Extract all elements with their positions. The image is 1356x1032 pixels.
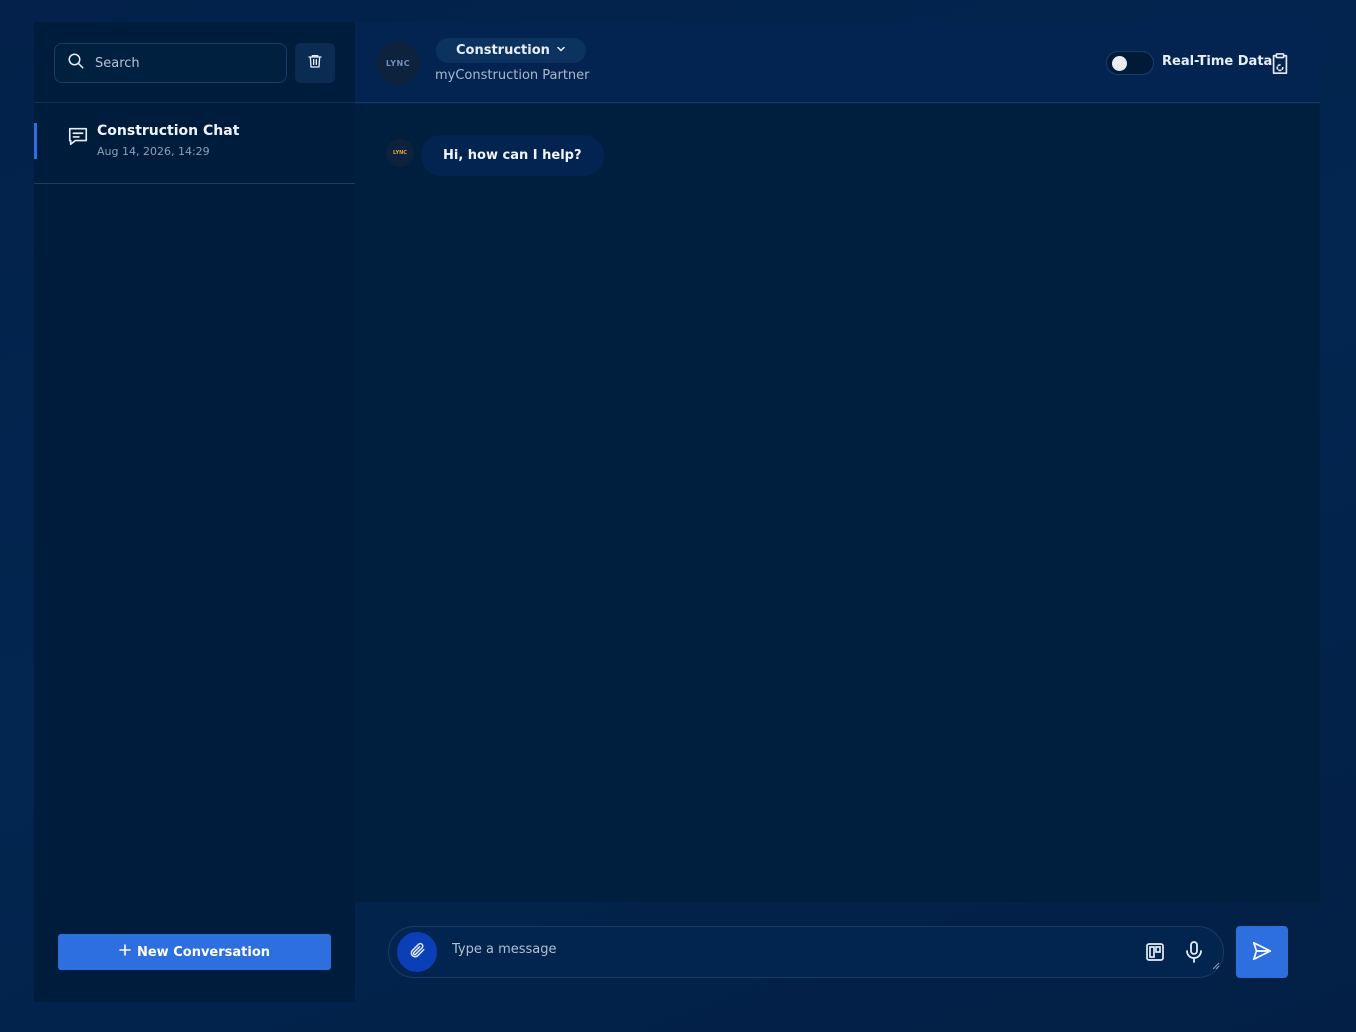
assistant-avatar: LYNC (386, 139, 414, 167)
brand-logo: LYNC (376, 41, 420, 85)
logo-text: LYNC (385, 58, 411, 68)
realtime-label: Real-Time Data (1162, 54, 1273, 69)
chat-panel: LYNC Construction myConstruction Partner… (355, 22, 1320, 902)
search-box[interactable] (54, 43, 287, 83)
conversation-date: Aug 14, 2026, 14:29 (97, 145, 210, 158)
trash-icon (307, 52, 323, 74)
sidebar: Construction Chat Aug 14, 2026, 14:29 Ne… (34, 22, 355, 1002)
templates-icon[interactable] (1145, 942, 1165, 966)
sidebar-divider (34, 102, 355, 103)
send-button[interactable] (1236, 926, 1288, 978)
chevron-down-icon (556, 43, 566, 58)
conversation-title: Construction Chat (97, 123, 240, 139)
search-input[interactable] (95, 55, 265, 71)
clipboard-icon[interactable] (1269, 52, 1291, 80)
message-list: LYNC Hi, how can I help? (355, 104, 1320, 902)
new-conversation-label: New Conversation (136, 944, 271, 960)
industry-selector[interactable]: Construction (436, 38, 586, 63)
message-input[interactable] (452, 942, 1132, 964)
send-icon (1251, 940, 1273, 965)
new-conversation-button[interactable]: New Conversation (58, 934, 331, 970)
resize-grip-icon[interactable] (1212, 955, 1220, 974)
avatar-logo-text: LYNC (393, 150, 407, 156)
toggle-knob (1112, 56, 1127, 71)
search-icon (67, 52, 85, 74)
chat-header: LYNC Construction myConstruction Partner… (355, 22, 1320, 103)
attach-button[interactable] (397, 932, 437, 972)
delete-conversations-button[interactable] (295, 43, 335, 83)
mic-icon[interactable] (1185, 941, 1203, 967)
plus-icon (119, 944, 131, 960)
header-subtitle: myConstruction Partner (435, 68, 590, 83)
search-row (54, 43, 335, 83)
active-indicator (34, 123, 37, 159)
industry-label: Construction (456, 43, 550, 58)
paperclip-icon (408, 941, 426, 963)
realtime-toggle[interactable] (1106, 51, 1154, 75)
assistant-message: Hi, how can I help? (421, 135, 604, 176)
message-composer (388, 926, 1224, 978)
conversation-list-item[interactable]: Construction Chat Aug 14, 2026, 14:29 (34, 110, 355, 184)
chat-icon (67, 125, 89, 151)
